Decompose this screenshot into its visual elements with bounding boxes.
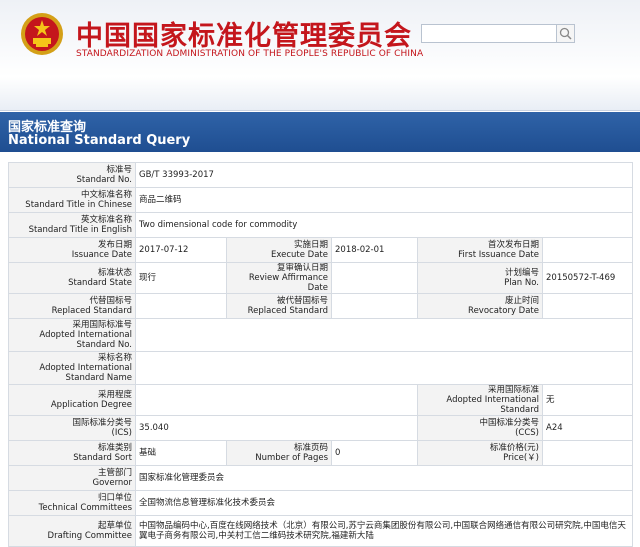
field-label: 归口单位 Technical Committees [8,490,136,516]
table-row: 采用程度 Application Degree 采用国际标准 Adopted Int… [8,384,634,416]
field-label: 采标名称 Adopted International Standard Name [8,351,136,385]
table-row: 标准状态 Standard State 现行 复审确认日期 Review Affir… [8,262,634,294]
table-row: 归口单位 Technical Committees 全国物流信息管理标准化技术委员… [8,490,634,516]
standard-no-value: GB/T 33993-2017 [134,162,634,188]
table-row: 主管部门 Governor 国家标准化管理委员会 [8,465,634,491]
drafting-committee-value: 中国物品编码中心,百度在线网络技术（北京）有限公司,苏宁云商集团股份有限公司,中… [134,515,634,547]
table-row: 标准号 Standard No. GB/T 33993-2017 [8,162,634,188]
field-label: 标准号 Standard No. [8,162,136,188]
first-issuance-value [541,237,634,263]
pages-value: 0 [331,440,418,466]
field-label: 起草单位 Drafting Committee [8,515,136,547]
table-row: 中文标准名称 Standard Title in Chinese 商品二维码 [8,187,634,213]
table-row: 标准类别 Standard Sort 基础 标准页码 Number of Pages… [8,440,634,466]
title-en-value: Two dimensional code for commodity [134,212,634,238]
table-row: 采标名称 Adopted International Standard Name [8,351,634,385]
field-label: 采用国际标准 Adopted International Standard [417,384,543,416]
adopted-standard-value: 无 [541,384,634,416]
section-header: 国家标准查询 National Standard Query [0,112,640,152]
table-row: 起草单位 Drafting Committee 中国物品编码中心,百度在线网络技术… [8,515,634,547]
search-input[interactable] [421,24,557,43]
field-label: 主管部门 Governor [8,465,136,491]
revocatory-date-value [541,293,634,319]
field-label: 英文标准名称 Standard Title in English [8,212,136,238]
execute-date-value: 2018-02-01 [331,237,418,263]
replaced-standard-value [135,293,227,319]
technical-committees-value: 全国物流信息管理标准化技术委员会 [134,490,634,516]
issuance-date-value: 2017-07-12 [135,237,227,263]
ics-value: 35.040 [135,415,418,441]
table-row: 发布日期 Issuance Date 2017-07-12 实施日期 Execute… [8,237,634,263]
field-label: 废止时间 Revocatory Date [417,293,543,319]
search-icon [559,27,572,40]
field-label: 计划编号 Plan No. [417,262,543,294]
field-label: 发布日期 Issuance Date [8,237,136,263]
field-label: 首次发布日期 First Issuance Date [417,237,543,263]
field-label: 国际标准分类号 (ICS) [8,415,136,441]
governor-value: 国家标准化管理委员会 [134,465,634,491]
standard-detail-table: 标准号 Standard No. GB/T 33993-2017 中文标准名称 St… [8,162,634,547]
national-emblem-icon [21,13,63,55]
field-label: 标准状态 Standard State [8,262,136,294]
field-label: 代替国标号 Replaced Standard [8,293,136,319]
adopted-standard-no-value [134,318,634,352]
replaced-by-value [331,293,418,319]
field-label: 中国标准分类号 (CCS) [417,415,543,441]
price-value [541,440,634,466]
standard-state-value: 现行 [135,262,227,294]
ccs-value: A24 [541,415,634,441]
title-cn-value: 商品二维码 [134,187,634,213]
site-title-cn: 中国国家标准化管理委员会 [76,21,412,52]
field-label: 标准页码 Number of Pages [226,440,332,466]
table-row: 国际标准分类号 (ICS) 35.040 中国标准分类号 (CCS) A24 [8,415,634,441]
search-button[interactable] [556,24,575,43]
field-label: 被代替国标号 Replaced Standard [226,293,332,319]
field-label: 实施日期 Execute Date [226,237,332,263]
field-label: 复审确认日期 Review Affirmance Date [226,262,332,294]
section-title-en: National Standard Query [8,133,191,148]
plan-no-link[interactable]: 20150572-T-469 [541,262,634,294]
field-label: 采用国际标准号 Adopted International Standard No… [8,318,136,352]
table-row: 采用国际标准号 Adopted International Standard No… [8,318,634,352]
field-label: 采用程度 Application Degree [8,384,136,416]
table-row: 英文标准名称 Standard Title in English Two dime… [8,212,634,238]
application-degree-value [135,384,418,416]
adopted-standard-name-value [134,351,634,385]
field-label: 中文标准名称 Standard Title in Chinese [8,187,136,213]
field-label: 标准类别 Standard Sort [8,440,136,466]
field-label: 标准价格(元) Price(￥) [417,440,543,466]
review-date-value [331,262,418,294]
standard-sort-value: 基础 [135,440,227,466]
table-row: 代替国标号 Replaced Standard 被代替国标号 Replaced St… [8,293,634,319]
site-title-en: STANDARDIZATION ADMINISTRATION OF THE PE… [76,49,424,59]
site-header: 中国国家标准化管理委员会 STANDARDIZATION ADMINISTRAT… [0,0,640,111]
